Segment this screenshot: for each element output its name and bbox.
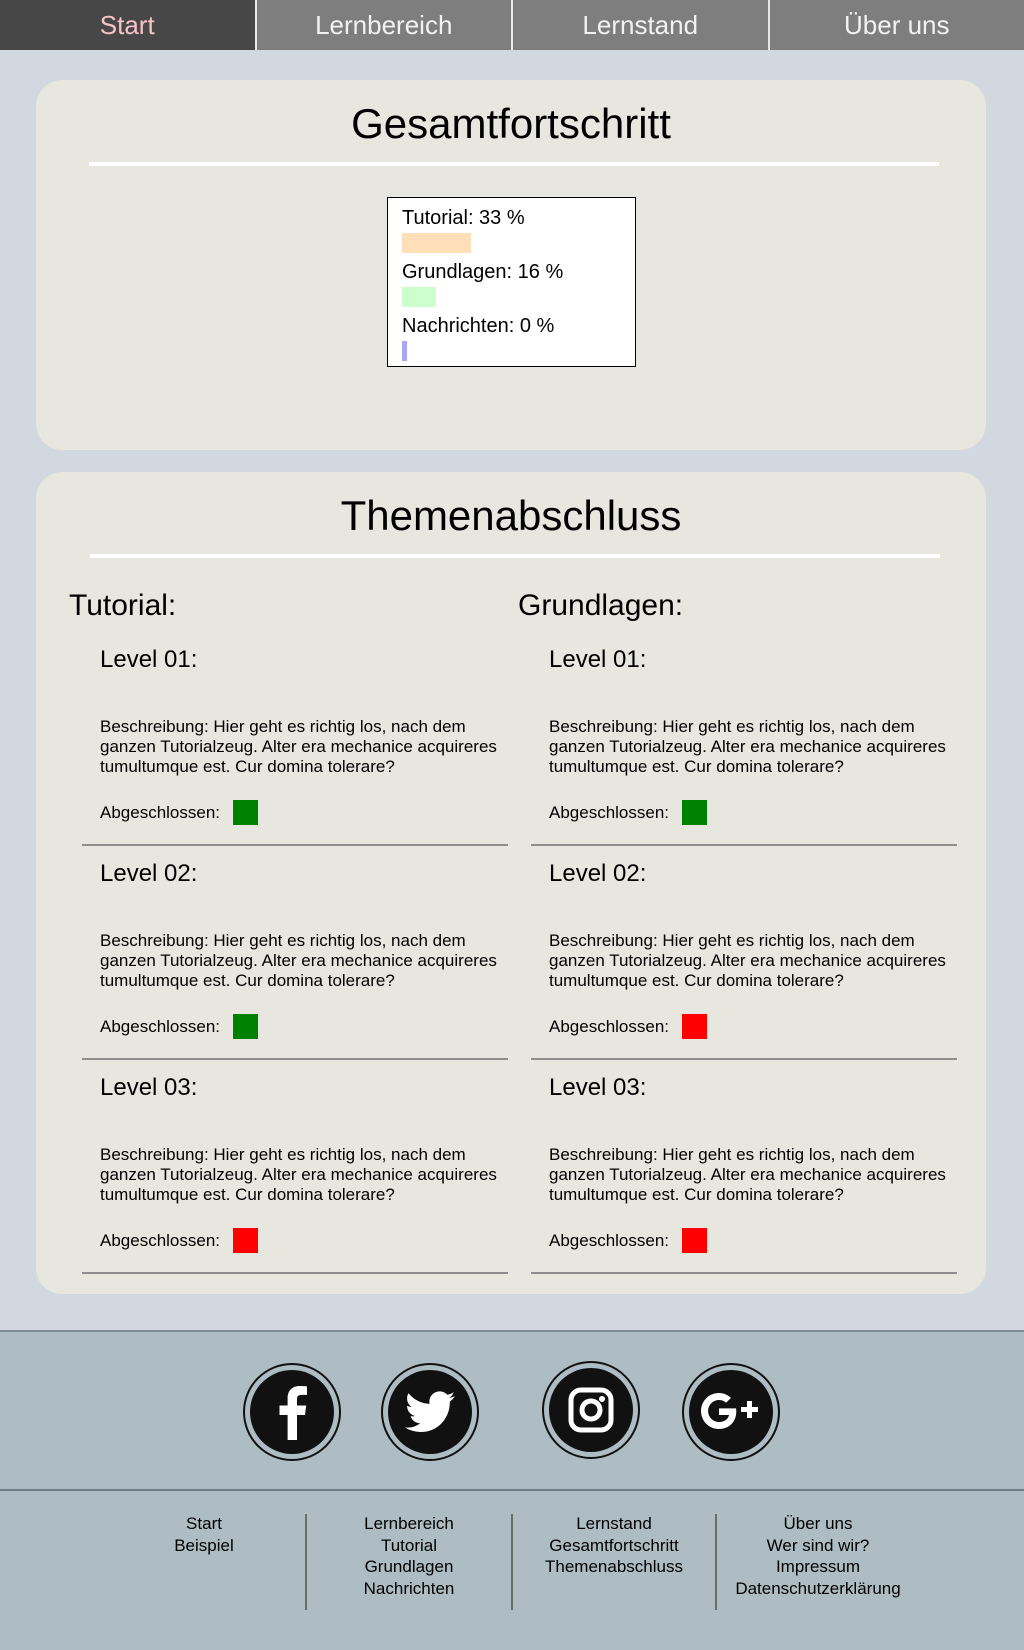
footer-link[interactable]: Gesamtfortschritt <box>514 1535 714 1557</box>
footer-link[interactable]: Wer sind wir? <box>718 1535 918 1557</box>
level-title: Level 03: <box>100 1074 198 1101</box>
progress-row-nachrichten: Nachrichten: 0 % <box>402 315 621 361</box>
nav-lernstand[interactable]: Lernstand <box>513 0 770 50</box>
level-description: Beschreibung: Hier geht es richtig los, … <box>100 931 497 990</box>
footer-link[interactable]: Datenschutzerklärung <box>718 1578 918 1600</box>
completion-label: Abgeschlossen: <box>549 802 670 822</box>
progress-bar-fill <box>402 341 407 361</box>
level-title: Level 02: <box>549 860 647 887</box>
nav-lernbereich[interactable]: Lernbereich <box>257 0 513 50</box>
completion-label: Abgeschlossen: <box>100 1230 221 1250</box>
footer-link[interactable]: Themenabschluss <box>514 1556 714 1578</box>
level-description: Beschreibung: Hier geht es richtig los, … <box>100 1145 497 1204</box>
level-completion: Abgeschlossen: <box>100 800 259 825</box>
progress-bar <box>402 287 612 307</box>
completion-label: Abgeschlossen: <box>549 1016 670 1036</box>
social-bar <box>0 1330 1024 1490</box>
footer-link[interactable]: Tutorial <box>309 1535 509 1557</box>
progress-bar-fill <box>402 287 436 307</box>
footer-link[interactable]: Lernstand <box>514 1513 714 1535</box>
level-title: Level 01: <box>549 646 647 673</box>
top-navigation: Start Lernbereich Lernstand Über uns <box>0 0 1024 50</box>
level-title: Level 01: <box>100 646 198 673</box>
footer-link[interactable]: Über uns <box>718 1513 918 1535</box>
facebook-icon <box>250 1370 334 1454</box>
title-divider <box>89 162 939 166</box>
topic-title: Grundlagen: <box>518 589 684 622</box>
title-divider <box>90 554 940 558</box>
level-card: Level 02: Beschreibung: Hier geht es ric… <box>531 846 957 1060</box>
google-plus-link[interactable] <box>682 1363 780 1461</box>
topic-column-grundlagen: Grundlagen: Level 01: Beschreibung: Hier… <box>518 580 957 1274</box>
footer-divider <box>305 1514 307 1610</box>
progress-row-tutorial: Tutorial: 33 % <box>402 207 621 253</box>
level-title: Level 02: <box>100 860 198 887</box>
twitter-link[interactable] <box>381 1363 479 1461</box>
progress-label: Grundlagen: 16 % <box>402 261 564 283</box>
level-completion: Abgeschlossen: <box>549 1014 708 1039</box>
instagram-link[interactable] <box>542 1361 640 1459</box>
footer-link[interactable]: Impressum <box>718 1556 918 1578</box>
footer-column-ueber-uns: Über uns Wer sind wir? Impressum Datensc… <box>718 1513 918 1599</box>
level-card: Level 03: Beschreibung: Hier geht es ric… <box>82 1060 508 1274</box>
instagram-icon <box>549 1368 633 1452</box>
progress-legend: Tutorial: 33 % Grundlagen: 16 % Nachrich… <box>387 197 636 367</box>
completion-label: Abgeschlossen: <box>549 1230 670 1250</box>
nav-ueber-uns[interactable]: Über uns <box>770 0 1024 50</box>
google-plus-icon <box>689 1370 773 1454</box>
level-card: Level 01: Beschreibung: Hier geht es ric… <box>82 632 508 846</box>
progress-label: Tutorial: 33 % <box>402 207 525 229</box>
level-completion: Abgeschlossen: <box>549 1228 708 1253</box>
topic-column-tutorial: Tutorial: Level 01: Beschreibung: Hier g… <box>69 580 508 1274</box>
topic-completion-panel: Themenabschluss Tutorial: Level 01: Besc… <box>36 472 986 1294</box>
completion-indicator <box>233 800 259 825</box>
progress-row-grundlagen: Grundlagen: 16 % <box>402 261 621 307</box>
completion-label: Abgeschlossen: <box>100 802 221 822</box>
level-title: Level 03: <box>549 1074 647 1101</box>
footer-links: Start Beispiel Lernbereich Tutorial Grun… <box>0 1489 1024 1650</box>
completion-indicator <box>682 1228 708 1253</box>
level-description: Beschreibung: Hier geht es richtig los, … <box>549 717 946 776</box>
completion-indicator <box>682 800 708 825</box>
facebook-link[interactable] <box>243 1363 341 1461</box>
progress-bar-fill <box>402 233 472 253</box>
level-description: Beschreibung: Hier geht es richtig los, … <box>549 931 946 990</box>
footer-link[interactable]: Beispiel <box>104 1535 304 1557</box>
nav-start[interactable]: Start <box>0 0 257 50</box>
footer-column-start: Start Beispiel <box>104 1513 304 1556</box>
footer-column-lernstand: Lernstand Gesamtfortschritt Themenabschl… <box>514 1513 714 1578</box>
footer-link[interactable]: Nachrichten <box>309 1578 509 1600</box>
completion-indicator <box>233 1014 259 1039</box>
progress-label: Nachrichten: 0 % <box>402 315 555 337</box>
topic-completion-title: Themenabschluss <box>340 492 682 539</box>
footer-link[interactable]: Lernbereich <box>309 1513 509 1535</box>
completion-indicator <box>233 1228 259 1253</box>
overall-progress-title: Gesamtfortschritt <box>351 100 671 147</box>
progress-bar <box>402 233 612 253</box>
footer-link[interactable]: Start <box>104 1513 304 1535</box>
level-description: Beschreibung: Hier geht es richtig los, … <box>549 1145 946 1204</box>
twitter-icon <box>388 1370 472 1454</box>
level-card: Level 02: Beschreibung: Hier geht es ric… <box>82 846 508 1060</box>
level-card: Level 03: Beschreibung: Hier geht es ric… <box>531 1060 957 1274</box>
footer-divider <box>715 1514 717 1610</box>
level-completion: Abgeschlossen: <box>549 800 708 825</box>
footer-divider <box>511 1514 513 1610</box>
level-description: Beschreibung: Hier geht es richtig los, … <box>100 717 497 776</box>
footer-link[interactable]: Grundlagen <box>309 1556 509 1578</box>
completion-indicator <box>682 1014 708 1039</box>
topic-title: Tutorial: <box>69 589 177 622</box>
level-completion: Abgeschlossen: <box>100 1228 259 1253</box>
level-completion: Abgeschlossen: <box>100 1014 259 1039</box>
level-card: Level 01: Beschreibung: Hier geht es ric… <box>531 632 957 846</box>
footer-column-lernbereich: Lernbereich Tutorial Grundlagen Nachrich… <box>309 1513 509 1599</box>
completion-label: Abgeschlossen: <box>100 1016 221 1036</box>
progress-bar <box>402 341 612 361</box>
overall-progress-panel: Gesamtfortschritt Tutorial: 33 % Grundla… <box>36 80 986 450</box>
